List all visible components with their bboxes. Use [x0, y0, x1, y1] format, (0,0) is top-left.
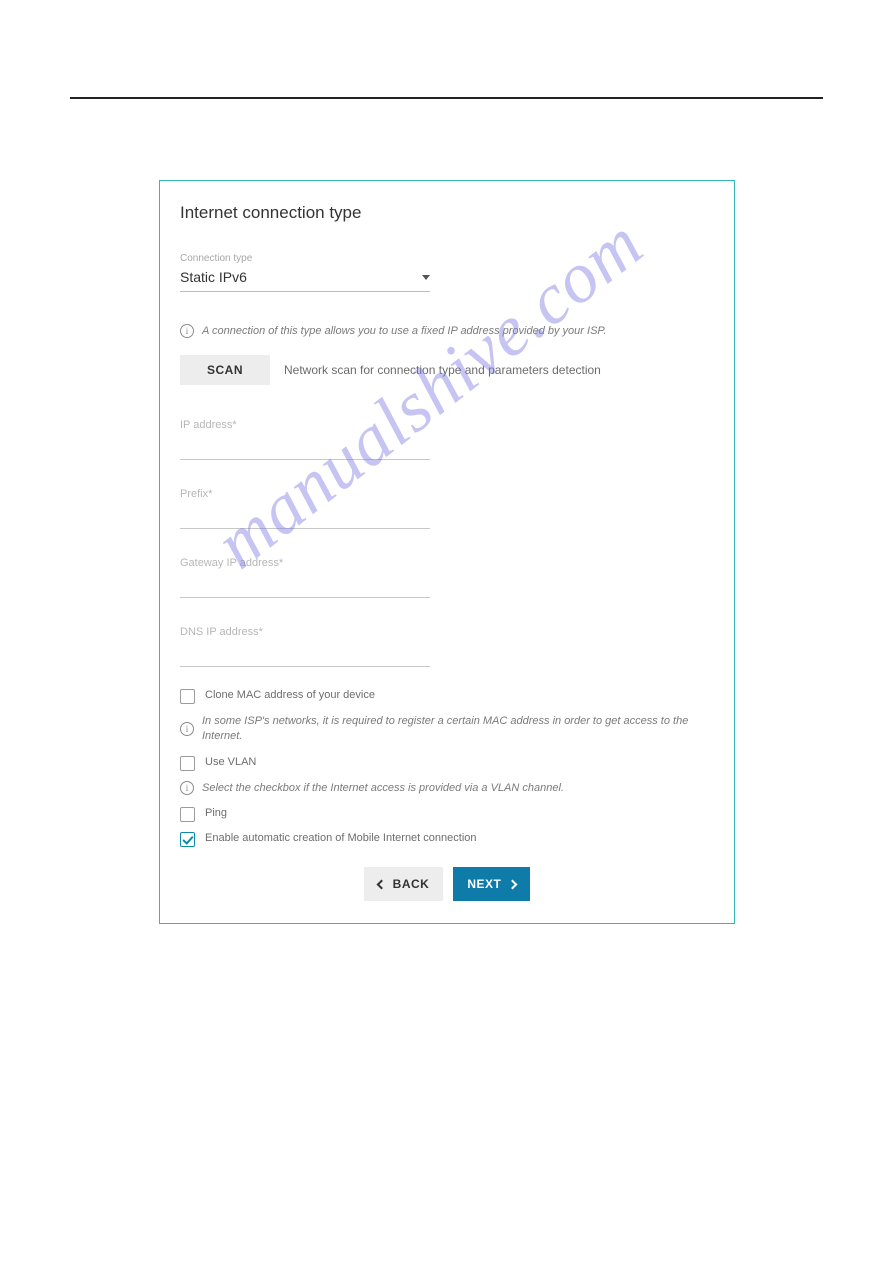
clone-mac-checkbox[interactable]: [180, 689, 195, 704]
back-button[interactable]: BACK: [364, 867, 444, 901]
mac-help-row: i In some ISP's networks, it is required…: [180, 714, 714, 744]
scan-button[interactable]: SCAN: [180, 355, 270, 385]
use-vlan-row: Use VLAN: [180, 756, 714, 771]
next-button[interactable]: NEXT: [453, 867, 530, 901]
button-row: BACK NEXT: [180, 867, 714, 901]
back-button-label: BACK: [393, 877, 430, 891]
connection-type-panel: Internet connection type Connection type…: [159, 180, 735, 924]
gateway-input[interactable]: [180, 571, 430, 598]
connection-type-value: Static IPv6: [180, 269, 422, 285]
connection-description: A connection of this type allows you to …: [202, 324, 606, 339]
chevron-right-icon: [508, 879, 518, 889]
scan-row: SCAN Network scan for connection type an…: [180, 355, 714, 385]
use-vlan-checkbox[interactable]: [180, 756, 195, 771]
gateway-label: Gateway IP address*: [180, 557, 430, 569]
dns-input[interactable]: [180, 640, 430, 667]
mac-help-text: In some ISP's networks, it is required t…: [202, 714, 714, 744]
chevron-left-icon: [376, 879, 386, 889]
ip-address-input[interactable]: [180, 433, 430, 460]
prefix-label: Prefix*: [180, 488, 430, 500]
connection-description-row: i A connection of this type allows you t…: [180, 324, 714, 339]
connection-type-select[interactable]: Static IPv6: [180, 266, 430, 292]
page-divider: [70, 97, 823, 99]
use-vlan-label: Use VLAN: [205, 756, 256, 768]
auto-mobile-row: Enable automatic creation of Mobile Inte…: [180, 832, 714, 847]
ping-checkbox[interactable]: [180, 807, 195, 822]
vlan-help-row: i Select the checkbox if the Internet ac…: [180, 781, 714, 796]
connection-type-label: Connection type: [180, 253, 714, 264]
ping-label: Ping: [205, 807, 227, 819]
auto-mobile-label: Enable automatic creation of Mobile Inte…: [205, 832, 477, 844]
ip-address-label: IP address*: [180, 419, 430, 431]
clone-mac-row: Clone MAC address of your device: [180, 689, 714, 704]
auto-mobile-checkbox[interactable]: [180, 832, 195, 847]
dns-label: DNS IP address*: [180, 626, 430, 638]
prefix-input[interactable]: [180, 502, 430, 529]
prefix-field-wrapper: Prefix*: [180, 488, 430, 529]
gateway-field-wrapper: Gateway IP address*: [180, 557, 430, 598]
panel-title: Internet connection type: [180, 203, 714, 223]
info-icon: i: [180, 722, 194, 736]
clone-mac-label: Clone MAC address of your device: [205, 689, 375, 701]
dns-field-wrapper: DNS IP address*: [180, 626, 430, 667]
chevron-down-icon: [422, 275, 430, 280]
vlan-help-text: Select the checkbox if the Internet acce…: [202, 781, 564, 796]
scan-help-text: Network scan for connection type and par…: [284, 363, 601, 377]
info-icon: i: [180, 781, 194, 795]
info-icon: i: [180, 324, 194, 338]
ping-row: Ping: [180, 807, 714, 822]
next-button-label: NEXT: [467, 877, 501, 891]
ip-address-field-wrapper: IP address*: [180, 419, 430, 460]
